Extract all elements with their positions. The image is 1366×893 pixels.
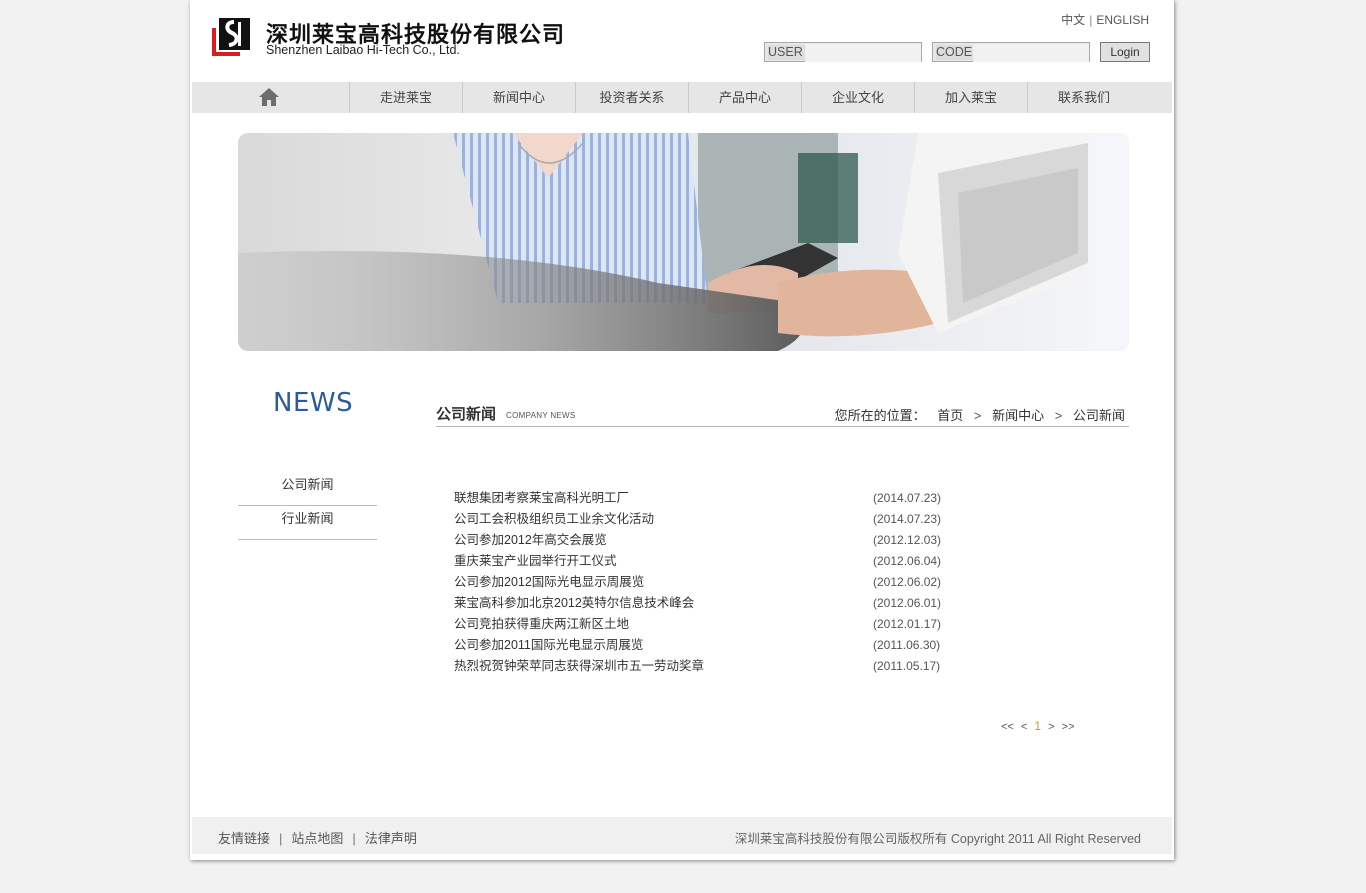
home-icon[interactable]: [258, 87, 280, 107]
user-label: USER: [768, 45, 807, 60]
pager-last[interactable]: >>: [1062, 721, 1075, 733]
logo-english-name: Shenzhen Laibao Hi-Tech Co., Ltd.: [266, 43, 460, 57]
copyright-text: 深圳莱宝高科技股份有限公司版权所有 Copyright 2011 All Rig…: [734, 832, 1141, 846]
section-subtitle: COMPANY NEWS: [506, 411, 576, 420]
news-title-link[interactable]: 联想集团考察莱宝高科光明工厂: [454, 489, 629, 507]
code-field[interactable]: CODE: [932, 42, 1090, 62]
pagination: << < 1 > >>: [1001, 719, 1079, 733]
list-item: 公司竞拍获得重庆两江新区土地 (2012.01.17): [454, 615, 954, 636]
nav-item-investors[interactable]: 投资者关系: [575, 82, 688, 113]
nav-item-about[interactable]: 走进莱宝: [349, 82, 462, 113]
pager-current[interactable]: 1: [1034, 719, 1041, 733]
footer: 友情链接 | 站点地图 | 法律声明 深圳莱宝高科技股份有限公司版权所有 Copyrig…: [192, 817, 1172, 854]
nav-item-culture[interactable]: 企业文化: [801, 82, 914, 113]
footer-separator: |: [279, 831, 283, 846]
nav-item-products[interactable]: 产品中心: [688, 82, 801, 113]
list-item: 公司工会积极组织员工业余文化活动 (2014.07.23): [454, 510, 954, 531]
news-date: (2014.07.23): [873, 491, 942, 505]
nav-item-join[interactable]: 加入莱宝: [914, 82, 1027, 113]
code-input[interactable]: [973, 44, 1089, 62]
list-item: 重庆莱宝产业园举行开工仪式 (2012.06.04): [454, 552, 954, 573]
code-label: CODE: [936, 45, 977, 60]
chevron-right-icon: >: [973, 408, 982, 423]
pager-next[interactable]: >: [1048, 721, 1054, 733]
news-list: 联想集团考察莱宝高科光明工厂 (2014.07.23) 公司工会积极组织员工业余文…: [454, 489, 954, 678]
news-date: (2011.05.17): [873, 659, 941, 673]
user-field[interactable]: USER: [764, 42, 922, 62]
breadcrumb: 您所在的位置： 首页 > 新闻中心 > 公司新闻: [835, 405, 1125, 424]
section-header: 公司新闻 COMPANY NEWS 您所在的位置： 首页 > 新闻中心 > 公司…: [436, 403, 1129, 427]
footer-link-friends[interactable]: 友情链接: [218, 831, 270, 846]
nav-item-news[interactable]: 新闻中心: [462, 82, 575, 113]
news-title-link[interactable]: 热烈祝贺钟荣苹同志获得深圳市五一劳动奖章: [454, 657, 704, 675]
footer-link-sitemap[interactable]: 站点地图: [291, 831, 343, 846]
section-title: 公司新闻: [436, 406, 497, 423]
lang-separator: |: [1089, 13, 1093, 27]
breadcrumb-news-center[interactable]: 新闻中心: [992, 408, 1044, 423]
lang-english-link[interactable]: ENGLISH: [1096, 13, 1149, 27]
footer-link-legal[interactable]: 法律声明: [365, 831, 417, 846]
news-title-link[interactable]: 莱宝高科参加北京2012英特尔信息技术峰会: [454, 594, 694, 612]
pager-first[interactable]: <<: [1001, 721, 1014, 733]
sidebar-title: NEWS: [273, 388, 354, 418]
news-title-link[interactable]: 公司参加2012年高交会展览: [454, 531, 607, 549]
breadcrumb-company-news[interactable]: 公司新闻: [1073, 408, 1125, 423]
breadcrumb-home[interactable]: 首页: [937, 408, 963, 423]
news-date: (2012.12.03): [873, 533, 942, 547]
list-item: 公司参加2012国际光电显示周展览 (2012.06.02): [454, 573, 954, 594]
news-title-link[interactable]: 公司竞拍获得重庆两江新区土地: [454, 615, 629, 633]
lang-chinese-link[interactable]: 中文: [1061, 13, 1085, 27]
news-title-link[interactable]: 公司工会积极组织员工业余文化活动: [454, 510, 654, 528]
news-title-link[interactable]: 公司参加2011国际光电显示周展览: [454, 636, 643, 654]
footer-links: 友情链接 | 站点地图 | 法律声明: [218, 828, 417, 847]
chevron-right-icon: >: [1054, 408, 1063, 423]
breadcrumb-label: 您所在的位置：: [834, 408, 926, 423]
news-date: (2014.07.23): [873, 512, 942, 526]
list-item: 公司参加2012年高交会展览 (2012.12.03): [454, 531, 954, 552]
footer-separator: |: [352, 831, 356, 846]
nav-item-contact[interactable]: 联系我们: [1027, 82, 1140, 113]
main-nav: 走进莱宝 新闻中心 投资者关系 产品中心 企业文化 加入莱宝 联系我们: [192, 82, 1172, 113]
logo-mark-icon: [212, 18, 250, 56]
page-container: 深圳莱宝高科技股份有限公司 Shenzhen Laibao Hi-Tech Co…: [190, 0, 1174, 860]
news-date: (2012.06.04): [873, 554, 942, 568]
news-date: (2011.06.30): [873, 638, 941, 652]
news-title-link[interactable]: 公司参加2012国际光电显示周展览: [454, 573, 644, 591]
news-date: (2012.01.17): [873, 617, 942, 631]
news-title-link[interactable]: 重庆莱宝产业园举行开工仪式: [454, 552, 617, 570]
sidebar-item-industry-news[interactable]: 行业新闻: [238, 507, 377, 540]
news-date: (2012.06.02): [873, 575, 942, 589]
list-item: 公司参加2011国际光电显示周展览 (2011.06.30): [454, 636, 954, 657]
list-item: 热烈祝贺钟荣苹同志获得深圳市五一劳动奖章 (2011.05.17): [454, 657, 954, 678]
company-logo[interactable]: 深圳莱宝高科技股份有限公司 Shenzhen Laibao Hi-Tech Co…: [212, 16, 564, 60]
news-date: (2012.06.01): [873, 596, 942, 610]
list-item: 联想集团考察莱宝高科光明工厂 (2014.07.23): [454, 489, 954, 510]
list-item: 莱宝高科参加北京2012英特尔信息技术峰会 (2012.06.01): [454, 594, 954, 615]
sidebar-item-company-news[interactable]: 公司新闻: [238, 473, 377, 506]
pager-prev[interactable]: <: [1021, 721, 1027, 733]
user-input[interactable]: [805, 44, 921, 62]
banner-image: [238, 133, 1129, 351]
language-switcher: 中文 | ENGLISH: [1061, 11, 1149, 28]
login-button[interactable]: Login: [1100, 42, 1150, 62]
